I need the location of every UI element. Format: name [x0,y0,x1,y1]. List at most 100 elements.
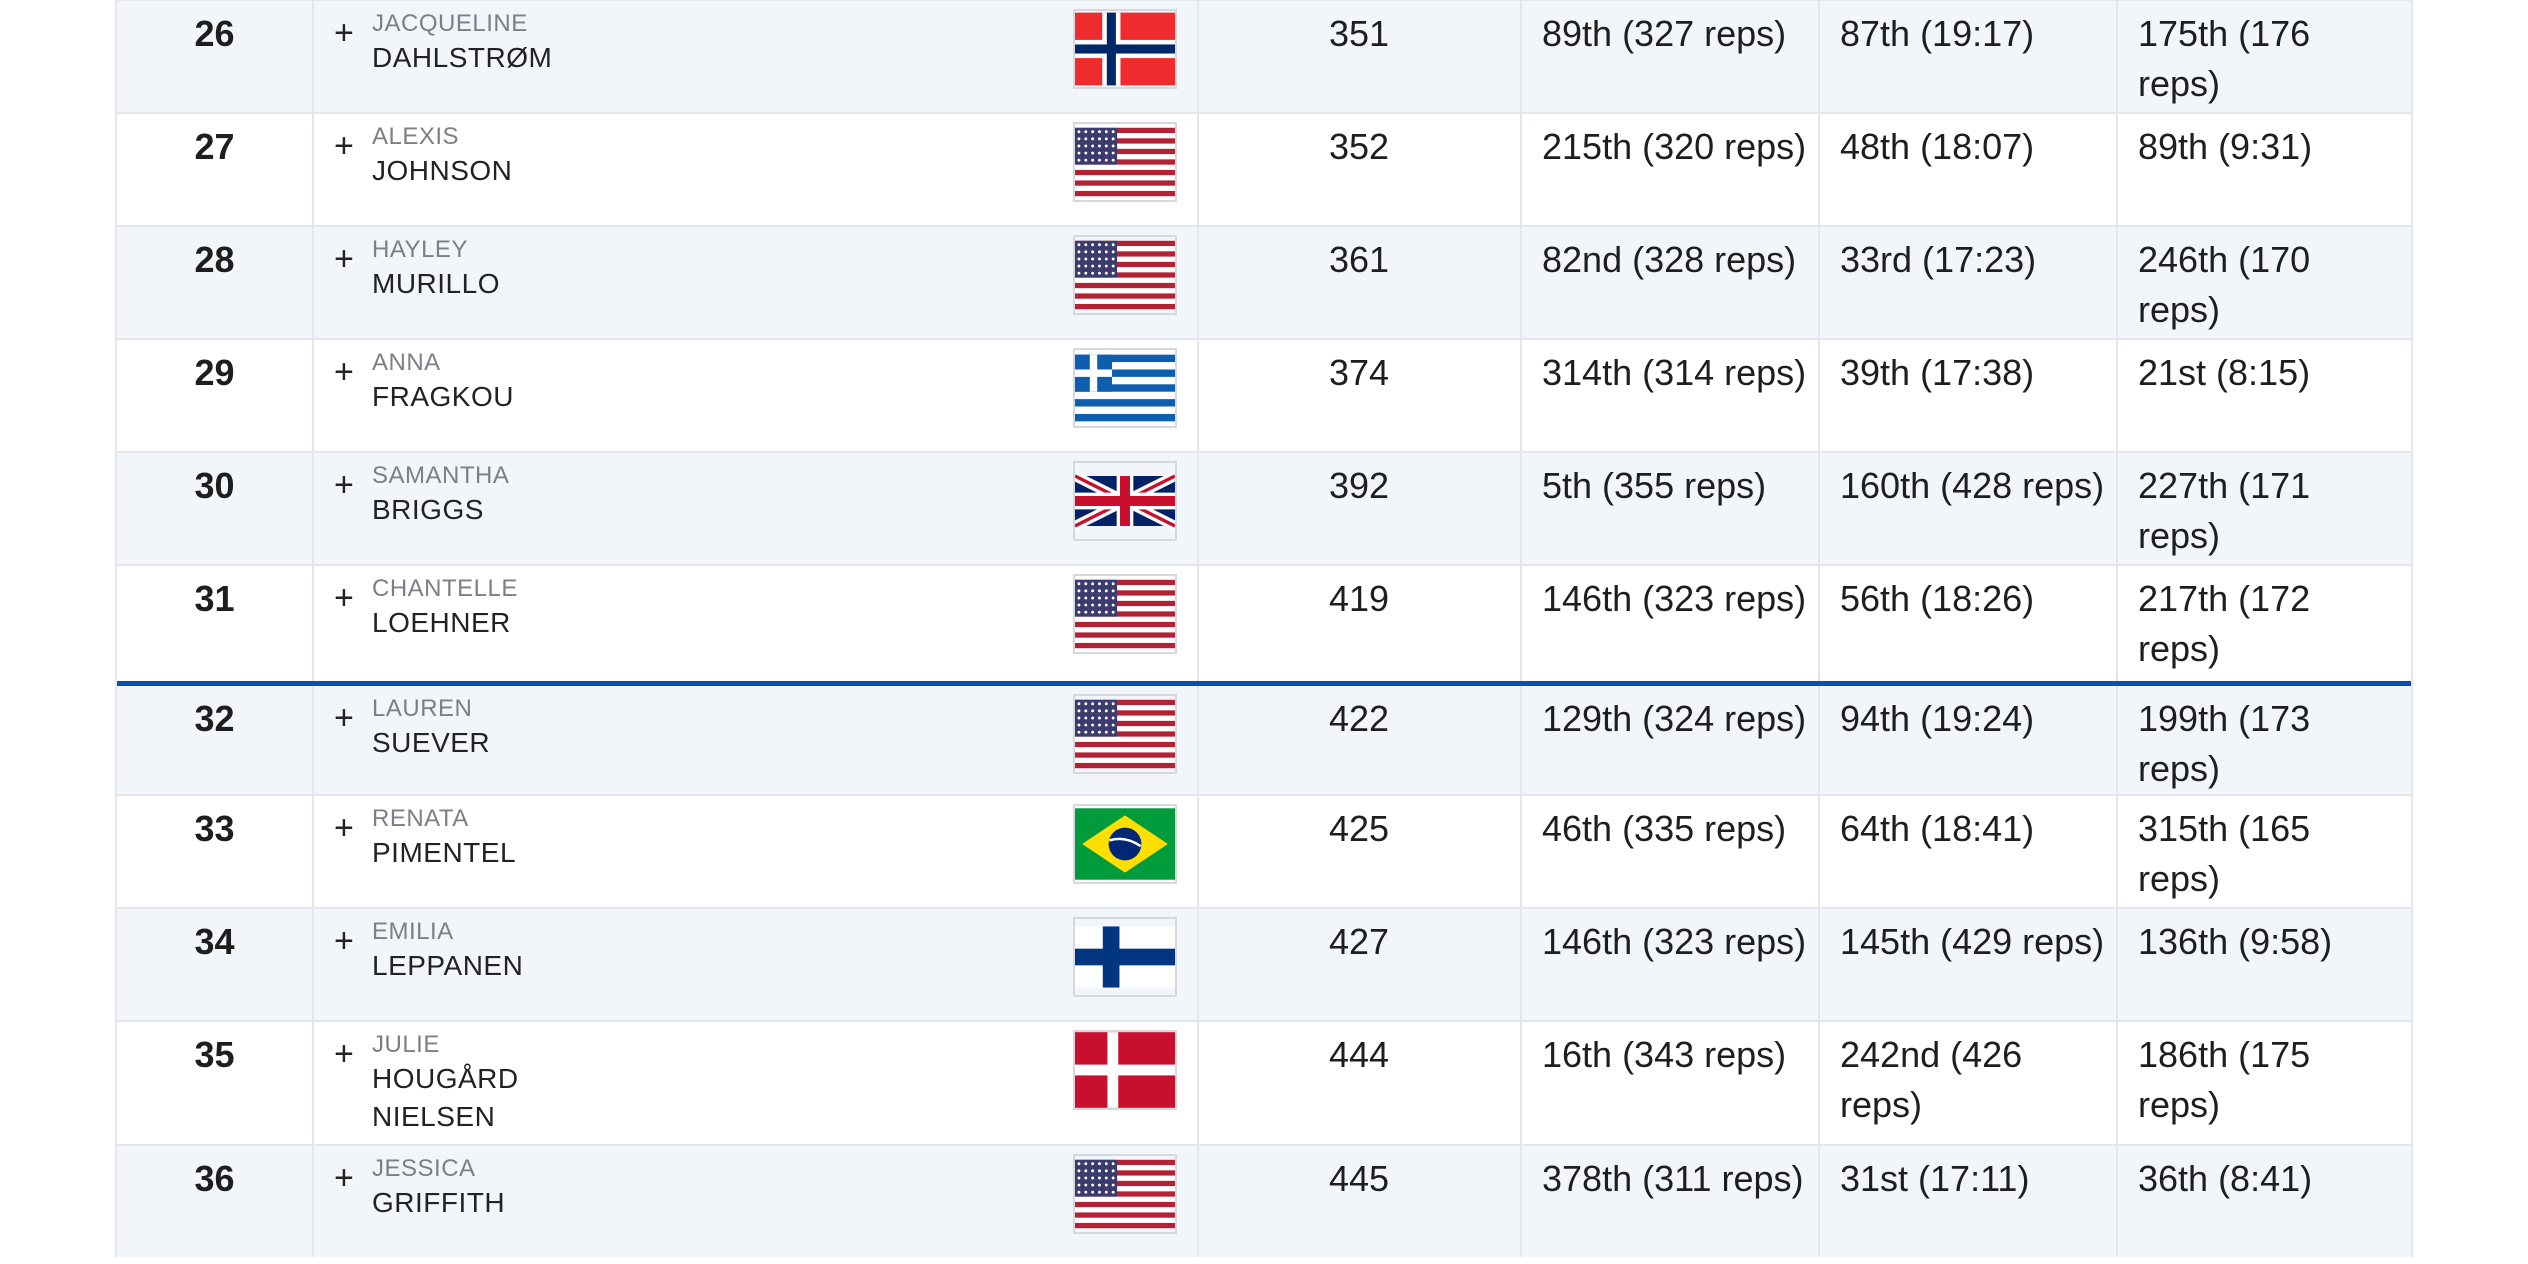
expand-toggle[interactable]: + [334,465,354,505]
expand-toggle[interactable]: + [334,1034,354,1074]
rank-cell: 33 [117,796,314,907]
expand-toggle[interactable]: + [334,698,354,738]
leaderboard-row[interactable]: 29 + ANNA FRAGKOU 374 314th (314 reps) 3… [117,338,2411,451]
athlete-cell[interactable]: + JULIE HOUGÅRD NIELSEN [314,1022,1199,1144]
leaderboard-row[interactable]: 32 + LAUREN SUEVER 422 129th (324 reps) … [117,681,2411,794]
event-2-result: 48th (18:07) [1820,114,2118,225]
leaderboard-row[interactable]: 30 + SAMANTHA BRIGGS 392 5th (355 reps) … [117,451,2411,564]
event-3-result: 217th (172 reps) [2138,578,2311,669]
event-1-result: 5th (355 reps) [1522,453,1820,564]
athlete-cell[interactable]: + ANNA FRAGKOU [314,340,1199,451]
athlete-cell[interactable]: + LAUREN SUEVER [314,686,1199,794]
event-2-result: 242nd (426 reps) [1820,1022,2118,1144]
rank-cell: 32 [117,686,314,794]
denmark-flag [1073,1030,1177,1110]
event-2-result: 64th (18:41) [1820,796,2118,907]
event-3-result: 21st (8:15) [2138,352,2311,393]
event-1-result: 314th (314 reps) [1522,340,1820,451]
event-3-result: 186th (175 reps) [2138,1034,2311,1125]
event-3-result: 315th (165 reps) [2138,808,2311,899]
expand-toggle[interactable]: + [334,126,354,166]
expand-toggle[interactable]: + [334,578,354,618]
leaderboard-table: 26 + JACQUELINE DAHLSTRØM 351 89th (327 … [115,0,2413,1257]
leaderboard-row[interactable]: 36 + JESSICA GRIFFITH 445 378th (311 rep… [117,1144,2411,1257]
event-2-result: 33rd (17:23) [1820,227,2118,338]
event-2-result: 31st (17:11) [1820,1146,2118,1257]
leaderboard-row[interactable]: 28 + HAYLEY MURILLO 361 82nd (328 reps) … [117,225,2411,338]
rank-cell: 34 [117,909,314,1020]
athlete-cell[interactable]: + ALEXIS JOHNSON [314,114,1199,225]
finland-flag [1073,917,1177,997]
event-3-result: 136th (9:58) [2138,921,2333,962]
points-cell: 422 [1199,686,1522,794]
expand-toggle[interactable]: + [334,808,354,848]
rank-cell: 28 [117,227,314,338]
athlete-cell[interactable]: + CHANTELLE LOEHNER [314,566,1199,681]
rank-cell: 30 [117,453,314,564]
rank-cell: 31 [117,566,314,681]
event-1-result: 129th (324 reps) [1522,686,1820,794]
points-cell: 351 [1199,1,1522,112]
expand-toggle[interactable]: + [334,13,354,53]
rank-cell: 29 [117,340,314,451]
event-2-result: 39th (17:38) [1820,340,2118,451]
event-3-result: 227th (171 reps) [2138,465,2311,556]
leaderboard-row[interactable]: 31 + CHANTELLE LOEHNER 419 146th (323 re… [117,564,2411,681]
athlete-cell[interactable]: + JACQUELINE DAHLSTRØM [314,1,1199,112]
expand-toggle[interactable]: + [334,352,354,392]
leaderboard-row[interactable]: 34 + EMILIA LEPPANEN 427 146th (323 reps… [117,907,2411,1020]
athlete-cell[interactable]: + HAYLEY MURILLO [314,227,1199,338]
rank-cell: 27 [117,114,314,225]
event-3-result: 246th (170 reps) [2138,239,2311,330]
event-3-result: 36th (8:41) [2138,1158,2313,1199]
expand-toggle[interactable]: + [334,921,354,961]
points-cell: 392 [1199,453,1522,564]
event-1-result: 16th (343 reps) [1522,1022,1820,1144]
event-1-result: 46th (335 reps) [1522,796,1820,907]
usa-flag [1073,1154,1177,1234]
event-1-result: 146th (323 reps) [1522,566,1820,681]
event-2-result: 145th (429 reps) [1820,909,2118,1020]
event-3-result: 89th (9:31) [2138,126,2313,167]
usa-flag [1073,574,1177,654]
rank-cell: 35 [117,1022,314,1144]
leaderboard-row[interactable]: 26 + JACQUELINE DAHLSTRØM 351 89th (327 … [117,0,2411,112]
usa-flag [1073,122,1177,202]
athlete-cell[interactable]: + EMILIA LEPPANEN [314,909,1199,1020]
leaderboard-row[interactable]: 33 + RENATA PIMENTEL 425 46th (335 reps)… [117,794,2411,907]
athlete-cell[interactable]: + SAMANTHA BRIGGS [314,453,1199,564]
points-cell: 444 [1199,1022,1522,1144]
event-2-result: 160th (428 reps) [1820,453,2118,564]
rank-cell: 26 [117,1,314,112]
event-2-result: 87th (19:17) [1820,1,2118,112]
event-1-result: 146th (323 reps) [1522,909,1820,1020]
rank-cell: 36 [117,1146,314,1257]
points-cell: 361 [1199,227,1522,338]
event-1-result: 378th (311 reps) [1522,1146,1820,1257]
event-3-result: 199th (173 reps) [2138,698,2311,789]
norway-flag [1073,9,1177,89]
usa-flag [1073,235,1177,315]
usa-flag [1073,694,1177,774]
event-1-result: 82nd (328 reps) [1522,227,1820,338]
uk-flag [1073,461,1177,541]
athlete-cell[interactable]: + RENATA PIMENTEL [314,796,1199,907]
points-cell: 352 [1199,114,1522,225]
event-2-result: 94th (19:24) [1820,686,2118,794]
points-cell: 427 [1199,909,1522,1020]
event-1-result: 89th (327 reps) [1522,1,1820,112]
event-2-result: 56th (18:26) [1820,566,2118,681]
expand-toggle[interactable]: + [334,239,354,279]
greece-flag [1073,348,1177,428]
points-cell: 425 [1199,796,1522,907]
event-3-result: 175th (176 reps) [2138,13,2311,104]
points-cell: 374 [1199,340,1522,451]
points-cell: 419 [1199,566,1522,681]
athlete-cell[interactable]: + JESSICA GRIFFITH [314,1146,1199,1257]
event-1-result: 215th (320 reps) [1522,114,1820,225]
expand-toggle[interactable]: + [334,1158,354,1198]
brazil-flag [1073,804,1177,884]
points-cell: 445 [1199,1146,1522,1257]
leaderboard-row[interactable]: 27 + ALEXIS JOHNSON 352 215th (320 reps)… [117,112,2411,225]
leaderboard-row[interactable]: 35 + JULIE HOUGÅRD NIELSEN 444 16th (343… [117,1020,2411,1144]
